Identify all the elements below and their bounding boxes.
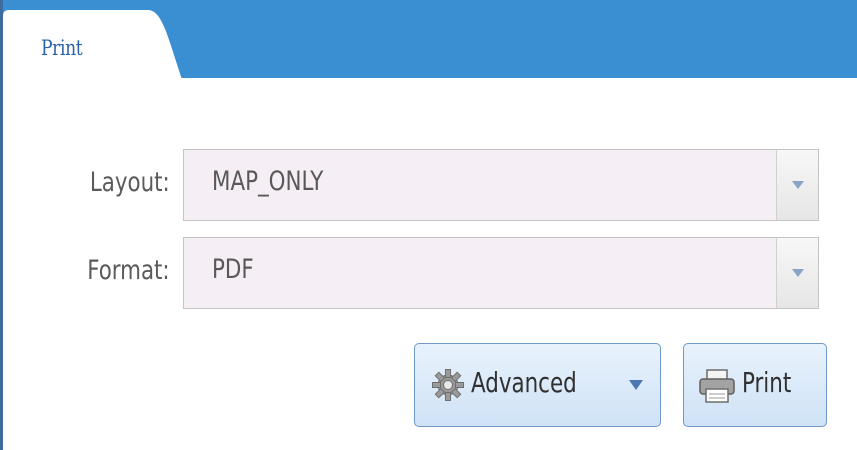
format-select[interactable]: PDF	[183, 237, 819, 309]
layout-select-value: MAP_ONLY	[212, 166, 324, 197]
tab-print-label: Print	[41, 36, 83, 60]
print-button[interactable]: Print	[683, 343, 827, 427]
chevron-down-icon	[792, 181, 804, 189]
layout-select[interactable]: MAP_ONLY	[183, 149, 819, 221]
chevron-down-icon	[629, 380, 643, 390]
advanced-button[interactable]: Advanced	[414, 343, 661, 427]
layout-dropdown-trigger[interactable]	[776, 150, 818, 220]
format-row: Format: PDF	[0, 237, 857, 309]
print-button-label: Print	[742, 366, 792, 399]
gear-icon	[432, 369, 464, 401]
advanced-button-label: Advanced	[471, 366, 577, 399]
tab-print[interactable]: Print	[3, 10, 183, 82]
layout-row: Layout: MAP_ONLY	[0, 149, 857, 221]
tab-shape	[3, 10, 183, 82]
printer-icon	[699, 369, 735, 403]
format-label: Format:	[87, 255, 170, 286]
chevron-down-icon	[792, 269, 804, 277]
format-dropdown-trigger[interactable]	[776, 238, 818, 308]
layout-label: Layout:	[90, 167, 170, 198]
format-select-value: PDF	[212, 254, 254, 285]
